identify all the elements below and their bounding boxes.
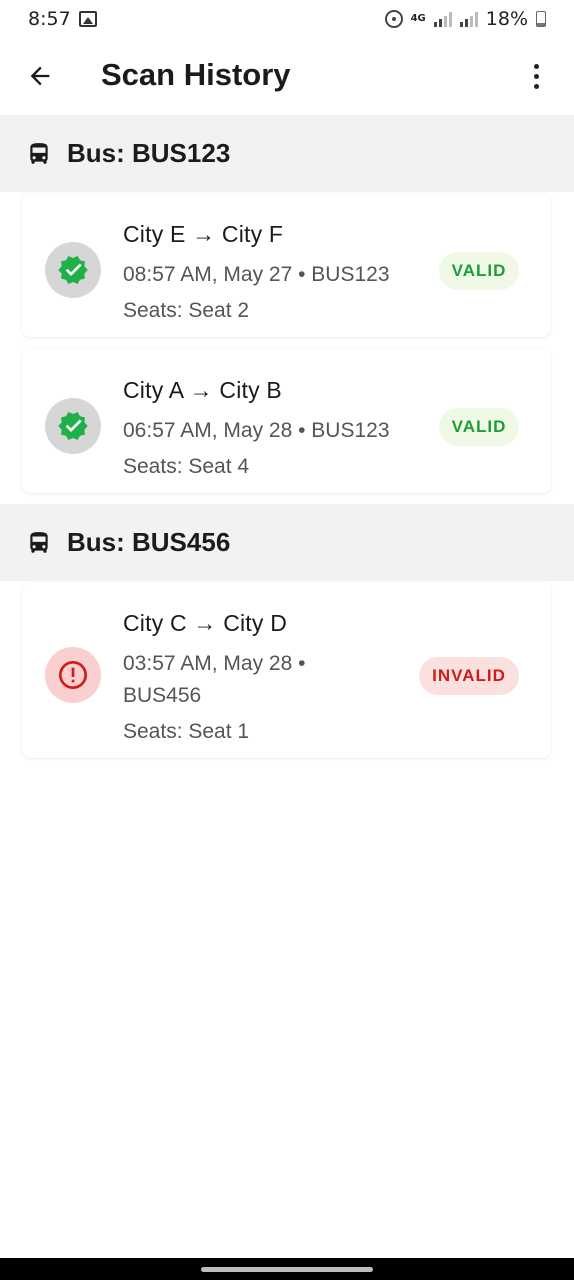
status-badge: VALID: [439, 408, 519, 446]
seats-label: Seats: Seat 1: [123, 720, 250, 743]
arrow-left-icon: [30, 66, 50, 86]
home-gesture-handle[interactable]: [201, 1267, 373, 1272]
hotspot-icon: [384, 10, 403, 28]
signal-icon: [433, 11, 452, 27]
status-badge: VALID: [439, 252, 519, 290]
back-button[interactable]: [20, 56, 60, 96]
scan-time-bus: 08:57 AM, May 27 • BUS123: [123, 263, 390, 286]
signal-icon-2: [459, 11, 478, 27]
seats-label: Seats: Seat 4: [123, 455, 250, 478]
app-bar: Scan History: [0, 38, 574, 115]
seats-label: Seats: Seat 2: [123, 299, 250, 322]
valid-status-circle: [45, 242, 101, 298]
verified-check-icon: [58, 256, 88, 284]
scan-time-bus: 03:57 AM, May 28 • BUS456: [123, 652, 306, 707]
route-label: City E → City F: [123, 221, 284, 247]
status-badge: INVALID: [419, 657, 519, 695]
more-vert-icon: [533, 63, 539, 69]
bus-icon: [30, 143, 48, 164]
alert-circle-icon: [59, 661, 87, 689]
group-header-bus123: Bus: BUS123: [0, 115, 574, 192]
clock: 8:57: [28, 8, 71, 30]
page-title: Scan History: [101, 57, 291, 92]
gallery-notification-icon: [78, 11, 97, 27]
more-options-button[interactable]: [516, 56, 556, 96]
status-bar: 8:57 4G 18%: [0, 0, 574, 38]
scan-time-bus: 06:57 AM, May 28 • BUS123: [123, 419, 390, 442]
system-nav-bar: [0, 1258, 574, 1280]
scan-history-screen: 8:57 4G 18% Scan History Bus: BUS123 Cit…: [0, 0, 574, 1280]
battery-icon: [536, 11, 546, 27]
group-title: Bus: BUS123: [67, 138, 231, 168]
route-label: City C → City D: [123, 610, 287, 636]
network-type: 4G: [410, 13, 426, 24]
battery-percent: 18%: [485, 8, 528, 30]
scan-card[interactable]: City E → City F 08:57 AM, May 27 • BUS12…: [22, 193, 551, 337]
valid-status-circle: [45, 398, 101, 454]
verified-check-icon: [58, 412, 88, 440]
route-label: City A → City B: [123, 377, 282, 403]
scan-card[interactable]: City C → City D 03:57 AM, May 28 • BUS45…: [22, 582, 551, 758]
invalid-status-circle: [45, 647, 101, 703]
group-title: Bus: BUS456: [67, 527, 231, 557]
bus-icon: [30, 532, 48, 553]
group-header-bus456: Bus: BUS456: [0, 504, 574, 581]
scan-card[interactable]: City A → City B 06:57 AM, May 28 • BUS12…: [22, 349, 551, 493]
